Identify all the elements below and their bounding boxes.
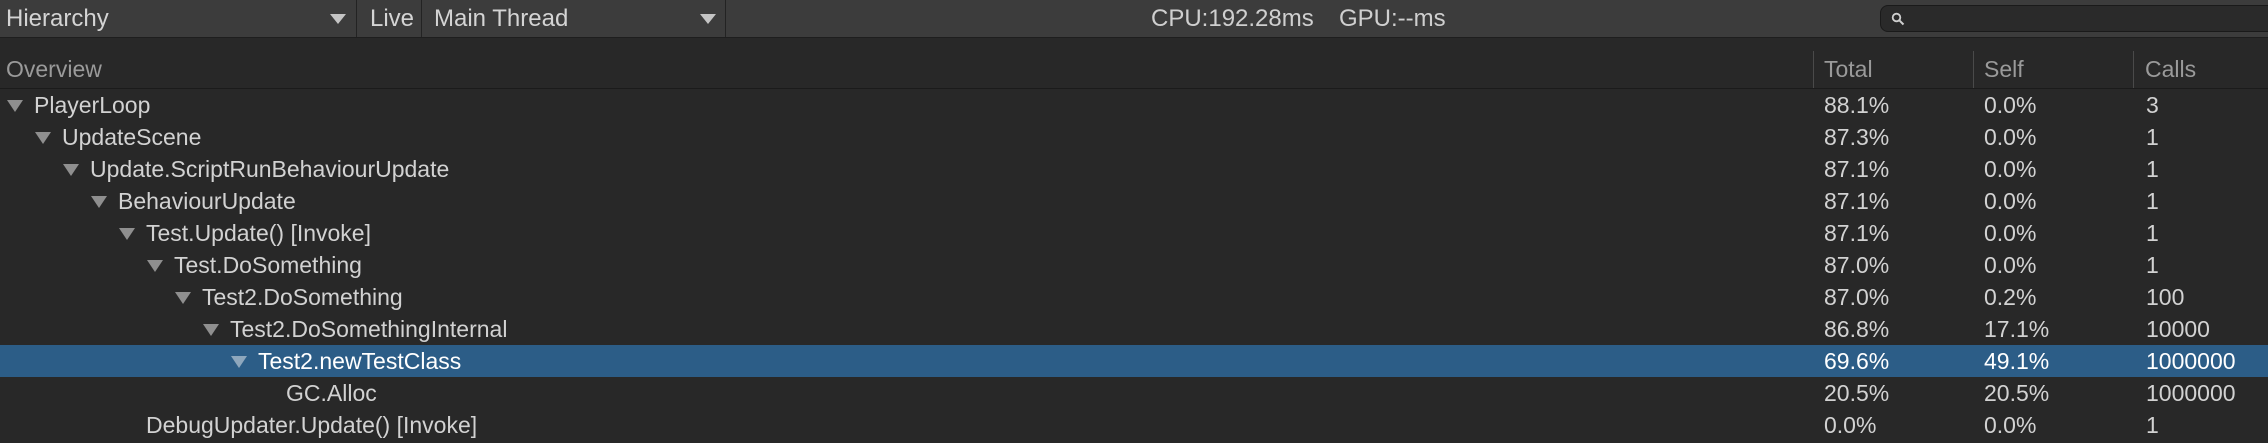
row-calls: 1: [2146, 188, 2159, 214]
profiler-window: Hierarchy Live Main Thread CPU:192.28ms …: [0, 0, 2268, 443]
row-calls: 1000000: [2146, 380, 2236, 406]
row-name: PlayerLoop: [34, 92, 151, 118]
row-total: 86.8%: [1824, 316, 1890, 342]
column-divider[interactable]: [1813, 51, 1814, 88]
row-calls: 1: [2146, 124, 2159, 150]
row-self: 0.0%: [1984, 124, 2037, 150]
tree-row[interactable]: DebugUpdater.Update() [Invoke] 0.0% 0.0% 1: [0, 409, 2268, 441]
row-total: 0.0%: [1824, 412, 1877, 438]
row-self: 0.2%: [1984, 284, 2037, 310]
column-total[interactable]: Total: [1824, 51, 1873, 88]
search-field[interactable]: [1880, 5, 2268, 32]
column-overview[interactable]: Overview: [6, 51, 102, 88]
tree-row[interactable]: Test.DoSomething 87.0% 0.0% 1: [0, 249, 2268, 281]
view-mode-label: Hierarchy: [6, 5, 109, 32]
row-name: GC.Alloc: [286, 380, 377, 406]
row-total: 87.1%: [1824, 188, 1890, 214]
row-name: DebugUpdater.Update() [Invoke]: [146, 412, 478, 438]
row-calls: 1: [2146, 220, 2159, 246]
column-calls[interactable]: Calls: [2145, 51, 2196, 88]
row-total: 20.5%: [1824, 380, 1890, 406]
profiler-toolbar: Hierarchy Live Main Thread CPU:192.28ms …: [0, 0, 2268, 38]
tree-row[interactable]: Update.ScriptRunBehaviourUpdate 87.1% 0.0%…: [0, 153, 2268, 185]
row-calls: 1: [2146, 156, 2159, 182]
row-name: Update.ScriptRunBehaviourUpdate: [90, 156, 450, 182]
row-self: 49.1%: [1984, 348, 2050, 374]
row-name: Test.DoSomething: [174, 252, 362, 278]
tree-row[interactable]: GC.Alloc 20.5% 20.5% 1000000: [0, 377, 2268, 409]
chevron-down-icon: [700, 14, 716, 24]
row-total: 87.3%: [1824, 124, 1890, 150]
row-total: 87.1%: [1824, 156, 1890, 182]
column-divider[interactable]: [2133, 51, 2134, 88]
expanded-triangle-icon[interactable]: [7, 100, 23, 112]
row-calls: 1000000: [2146, 348, 2236, 374]
expanded-triangle-icon[interactable]: [231, 356, 247, 368]
row-self: 0.0%: [1984, 92, 2037, 118]
live-button[interactable]: Live: [358, 0, 422, 37]
row-total: 69.6%: [1824, 348, 1890, 374]
gpu-time: GPU:--ms: [1339, 5, 1446, 32]
chevron-down-icon: [330, 14, 346, 24]
tree-row[interactable]: Test2.DoSomething 87.0% 0.2% 100: [0, 281, 2268, 313]
expanded-triangle-icon[interactable]: [147, 260, 163, 272]
tree-row[interactable]: PlayerLoop 88.1% 0.0% 3: [0, 89, 2268, 121]
expanded-triangle-icon[interactable]: [91, 196, 107, 208]
hierarchy-tree: PlayerLoop 88.1% 0.0% 3 UpdateScene 87.3% 0.0%…: [0, 89, 2268, 441]
tree-row[interactable]: UpdateScene 87.3% 0.0% 1: [0, 121, 2268, 153]
row-calls: 3: [2146, 92, 2159, 118]
view-mode-dropdown[interactable]: Hierarchy: [0, 0, 357, 37]
expanded-triangle-icon[interactable]: [119, 228, 135, 240]
thread-dropdown[interactable]: Main Thread: [422, 0, 726, 37]
thread-label: Main Thread: [434, 5, 569, 32]
row-total: 88.1%: [1824, 92, 1890, 118]
expanded-triangle-icon[interactable]: [175, 292, 191, 304]
row-name: Test2.newTestClass: [258, 348, 462, 374]
tree-row[interactable]: Test.Update() [Invoke] 87.1% 0.0% 1: [0, 217, 2268, 249]
row-self: 0.0%: [1984, 220, 2037, 246]
tree-row[interactable]: Test2.DoSomethingInternal 86.8% 17.1% 10000: [0, 313, 2268, 345]
row-self: 0.0%: [1984, 156, 2037, 182]
expanded-triangle-icon[interactable]: [35, 132, 51, 144]
row-calls: 1: [2146, 412, 2159, 438]
row-total: 87.0%: [1824, 284, 1890, 310]
row-name: Test.Update() [Invoke]: [146, 220, 371, 246]
row-name: UpdateScene: [62, 124, 202, 150]
row-name: Test2.DoSomethingInternal: [230, 316, 508, 342]
column-self[interactable]: Self: [1984, 51, 2024, 88]
expanded-triangle-icon[interactable]: [203, 324, 219, 336]
cpu-time: CPU:192.28ms: [1151, 5, 1314, 32]
column-divider[interactable]: [1973, 51, 1974, 88]
row-name: Test2.DoSomething: [202, 284, 403, 310]
tree-row[interactable]: Test2.newTestClass 69.6% 49.1% 1000000: [0, 345, 2268, 377]
row-self: 0.0%: [1984, 252, 2037, 278]
expanded-triangle-icon[interactable]: [63, 164, 79, 176]
row-name: BehaviourUpdate: [118, 188, 296, 214]
row-self: 20.5%: [1984, 380, 2050, 406]
row-self: 0.0%: [1984, 188, 2037, 214]
search-input[interactable]: [1911, 8, 2255, 31]
row-self: 17.1%: [1984, 316, 2050, 342]
row-calls: 1: [2146, 252, 2159, 278]
search-icon: [1891, 12, 1905, 26]
tree-row[interactable]: BehaviourUpdate 87.1% 0.0% 1: [0, 185, 2268, 217]
row-calls: 10000: [2146, 316, 2210, 342]
row-calls: 100: [2146, 284, 2185, 310]
column-header: Overview Total Self Calls: [0, 51, 2268, 89]
row-total: 87.1%: [1824, 220, 1890, 246]
row-total: 87.0%: [1824, 252, 1890, 278]
live-label: Live: [370, 5, 415, 32]
row-self: 0.0%: [1984, 412, 2037, 438]
